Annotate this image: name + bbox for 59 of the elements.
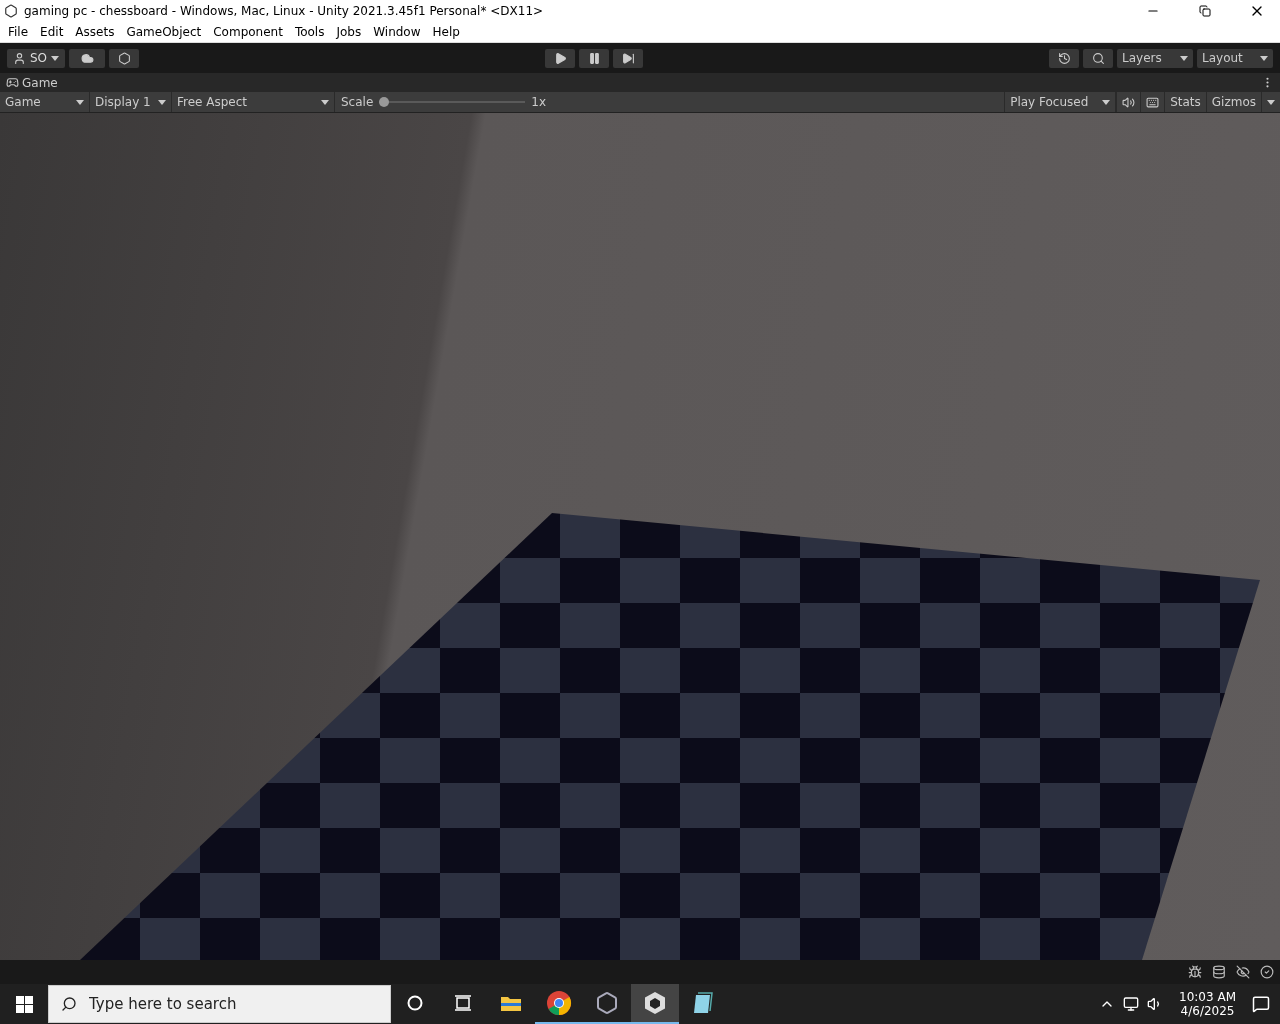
collab-button[interactable]: [109, 48, 139, 68]
pause-button[interactable]: [579, 48, 609, 68]
network-icon[interactable]: [1123, 996, 1140, 1012]
bug-icon: [1188, 965, 1202, 979]
menu-item[interactable]: Window: [367, 25, 427, 39]
cloud-icon: [80, 51, 94, 65]
search-input[interactable]: Type here to search: [87, 994, 390, 1014]
check-circle-icon: [1260, 965, 1274, 979]
hexagon-cube-icon: [595, 991, 619, 1015]
window-title: gaming pc - chessboard - Windows, Mac, Linux - Unity 2021.3.45f1 Personal* <DX11>: [24, 4, 545, 18]
clock-date: 4/6/2025: [1180, 1004, 1235, 1018]
windows-logo-icon: [15, 995, 33, 1013]
task-view-icon: [454, 995, 472, 1011]
layout-dropdown[interactable]: Layout: [1197, 48, 1273, 68]
scale-label: Scale: [340, 95, 375, 109]
menu-item[interactable]: Help: [426, 25, 466, 39]
notification-icon[interactable]: [1252, 995, 1270, 1013]
scale-value: 1x: [530, 95, 548, 109]
taskbar-search-field[interactable]: Type here to search: [48, 985, 391, 1023]
search-button[interactable]: [1083, 48, 1113, 68]
menu-item[interactable]: Assets: [69, 25, 121, 39]
step-icon: [621, 51, 635, 65]
play-mode-dropdown[interactable]: Play Focused: [1004, 92, 1117, 112]
database-icon: [1212, 965, 1226, 979]
menu-item[interactable]: Tools: [288, 25, 331, 39]
play-icon: [553, 51, 567, 65]
cloud-button[interactable]: [69, 48, 105, 68]
menu-item[interactable]: File: [2, 25, 35, 39]
hexagon-icon: [117, 51, 131, 65]
menu-item[interactable]: GameObject: [120, 25, 208, 39]
pause-icon: [587, 51, 601, 65]
browser-icon: [546, 990, 572, 1016]
keyboard-icon: [1146, 95, 1160, 109]
circle-icon: [407, 995, 423, 1011]
speaker-icon: [1122, 95, 1136, 109]
search-icon: [61, 996, 77, 1012]
play-button[interactable]: [545, 48, 575, 68]
gamepad-icon: [6, 76, 19, 89]
user-icon: [12, 51, 26, 65]
folder-icon: [500, 994, 522, 1012]
notepad-icon: [692, 991, 714, 1015]
layers-dropdown[interactable]: Layers: [1117, 48, 1193, 68]
clock[interactable]: 10:03 AM 4/6/2025: [1171, 990, 1244, 1018]
menu-item[interactable]: Component: [207, 25, 289, 39]
slider-thumb[interactable]: [379, 97, 390, 107]
menu-item[interactable]: Edit: [34, 25, 70, 39]
menu-item[interactable]: Jobs: [330, 25, 368, 39]
clock-time: 10:03 AM: [1179, 990, 1236, 1004]
history-button[interactable]: [1049, 48, 1079, 68]
step-button[interactable]: [613, 48, 643, 68]
history-icon: [1057, 51, 1071, 65]
restore-icon: [1199, 5, 1211, 17]
app-logo-icon: [4, 4, 18, 18]
taskbar-app[interactable]: [631, 984, 679, 1024]
game-tab[interactable]: Game: [6, 75, 58, 90]
search-icon: [1091, 51, 1105, 65]
account-dropdown[interactable]: SO: [7, 48, 65, 68]
cube-icon: [644, 991, 666, 1015]
eye-off-icon: [1236, 965, 1250, 979]
